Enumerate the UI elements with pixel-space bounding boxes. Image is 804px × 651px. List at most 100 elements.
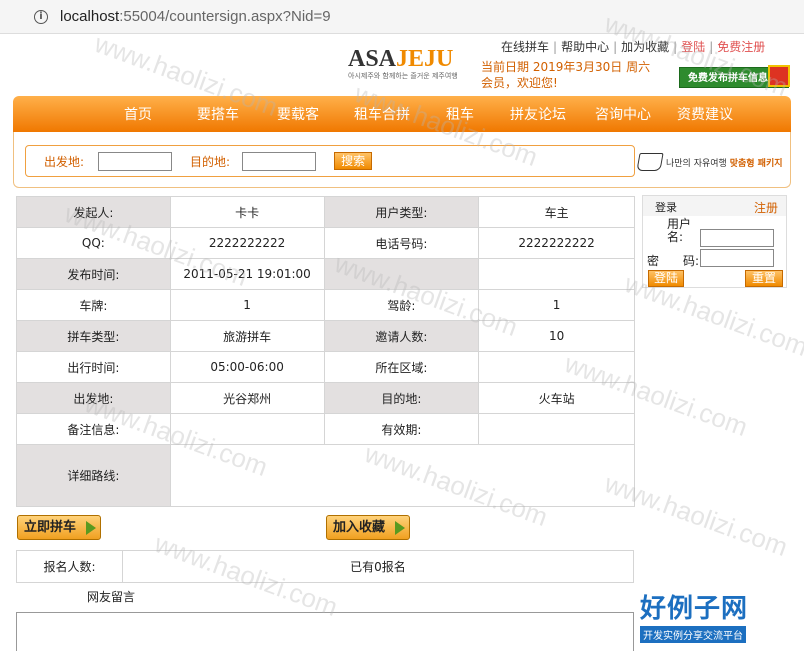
publish-carpool-button[interactable]: 免费发布拼车信息 — [679, 65, 790, 88]
table-row: 发起人: 卡卡 用户类型: 车主 — [16, 196, 635, 228]
field-label: 出行时间: — [16, 351, 171, 383]
search-bar: 出发地: 目的地: 搜索 — [25, 145, 635, 177]
welcome-text: 会员，欢迎您! — [481, 76, 558, 90]
username-input[interactable] — [700, 229, 774, 247]
field-label: 所在区域: — [323, 351, 480, 383]
join-carpool-button[interactable]: 立即拼车 — [17, 515, 101, 540]
brand-logo: 好例子网 开发实例分享交流平台 — [640, 588, 774, 643]
password-label-1: 密 — [647, 254, 660, 268]
field-value — [478, 258, 635, 290]
add-favorite-button[interactable]: 加入收藏 — [326, 515, 410, 540]
field-value — [478, 413, 635, 445]
nav-find-ride[interactable]: 要搭车 — [177, 104, 259, 124]
field-value — [169, 413, 325, 445]
publish-button-label: 免费发布拼车信息 — [688, 73, 768, 84]
nav-car-rental-share[interactable]: 租车合拼 — [337, 104, 427, 124]
table-row: 备注信息: 有效期: — [16, 413, 635, 445]
nav-car-rental[interactable]: 租车 — [427, 104, 493, 124]
field-label: 出发地: — [16, 382, 171, 414]
package-banner[interactable]: 나만의 자유여행 맞춤형 패키지 — [636, 150, 790, 174]
field-value: 光谷郑州 — [169, 382, 325, 414]
field-label: QQ: — [16, 227, 171, 259]
info-icon[interactable]: i — [34, 9, 48, 24]
field-label: 发布时间: — [16, 258, 171, 290]
field-label: 驾龄: — [323, 289, 480, 321]
field-label: 拼车类型: — [16, 320, 171, 352]
field-label: 电话号码: — [323, 227, 480, 259]
url-path: :55004/countersign.aspx?Nid=9 — [119, 8, 331, 25]
link-add-favorite[interactable]: 加为收藏 — [621, 40, 669, 54]
from-input[interactable] — [98, 151, 173, 171]
url-text[interactable]: localhost:55004/countersign.aspx?Nid=9 — [60, 8, 331, 25]
banner-text-1: 나만의 자유여행 — [666, 158, 727, 169]
nav-fee-suggestions[interactable]: 资费建议 — [663, 104, 747, 124]
field-label: 发起人: — [16, 196, 171, 228]
field-value: 2222222222 — [169, 227, 325, 259]
field-value: 火车站 — [478, 382, 635, 414]
field-value — [478, 351, 635, 383]
field-value: 05:00-06:00 — [169, 351, 325, 383]
browser-address-bar[interactable]: i localhost:55004/countersign.aspx?Nid=9 — [0, 0, 804, 34]
field-value: 旅游拼车 — [169, 320, 325, 352]
nav-consult-center[interactable]: 咨询中心 — [583, 104, 663, 124]
field-value: 1 — [169, 289, 325, 321]
book-icon — [636, 153, 664, 171]
arrow-right-icon — [86, 521, 96, 535]
nav-offer-ride[interactable]: 要载客 — [259, 104, 337, 124]
signup-count-label: 报名人数: — [16, 550, 123, 583]
message-textarea[interactable] — [16, 612, 634, 651]
route-label: 详细路线: — [16, 444, 171, 507]
main-nav: 首页 要搭车 要载客 租车合拼 租车 拼友论坛 咨询中心 资费建议 — [13, 96, 791, 132]
table-row: 发布时间: 2011-05-21 19:01:00 — [16, 258, 635, 290]
field-value: 卡卡 — [169, 196, 325, 228]
signup-table: 报名人数: 已有0报名 — [16, 550, 634, 583]
table-row: 车牌: 1 驾龄: 1 — [16, 289, 635, 321]
login-box: 登录 注册 用户名: 密 码: 登陆 重置 — [642, 195, 787, 288]
top-links: 在线拼车 | 帮助中心 | 加为收藏 | 登陆 | 免费注册 — [501, 40, 766, 54]
link-login[interactable]: 登陆 — [681, 40, 705, 54]
banner-text-2: 맞춤형 패키지 — [729, 158, 783, 169]
to-input[interactable] — [242, 151, 317, 171]
reset-button[interactable]: 重置 — [745, 270, 783, 287]
table-row: 出行时间: 05:00-06:00 所在区域: — [16, 351, 635, 383]
register-link[interactable]: 注册 — [754, 199, 778, 216]
search-button[interactable]: 搜索 — [334, 152, 373, 170]
site-logo[interactable]: ASAJEJU 아시제주와 함께하는 즐거운 제주여행 — [348, 46, 458, 86]
logo-text-asa: ASA — [348, 46, 397, 72]
link-online-carpool[interactable]: 在线拼车 — [501, 40, 549, 54]
link-help-center[interactable]: 帮助中心 — [561, 40, 609, 54]
table-row: QQ: 2222222222 电话号码: 2222222222 — [16, 227, 635, 259]
password-input[interactable] — [700, 249, 774, 267]
arrow-right-icon — [395, 521, 405, 535]
logo-text-jeju: JEJU — [396, 46, 454, 72]
field-label: 邀请人数: — [323, 320, 480, 352]
login-title: 登录 — [655, 201, 677, 214]
table-row: 拼车类型: 旅游拼车 邀请人数: 10 — [16, 320, 635, 352]
field-value: 车主 — [478, 196, 635, 228]
login-button[interactable]: 登陆 — [648, 270, 684, 287]
brand-main-text: 好例子网 — [640, 594, 749, 624]
from-label: 出发地: — [44, 154, 85, 169]
field-value: 2222222222 — [478, 227, 635, 259]
username-label: 用户名: — [667, 217, 692, 244]
link-register[interactable]: 免费注册 — [717, 40, 765, 54]
url-host: localhost — [60, 8, 120, 25]
signup-count-value: 已有0报名 — [122, 550, 634, 583]
join-label: 立即拼车 — [24, 520, 77, 535]
field-label: 有效期: — [323, 413, 480, 445]
logo-tagline: 아시제주와 함께하는 즐거운 제주여행 — [348, 72, 458, 80]
table-row: 出发地: 光谷郑州 目的地: 火车站 — [16, 382, 635, 414]
field-value: 10 — [478, 320, 635, 352]
table-row: 详细路线: — [16, 444, 636, 507]
field-value: 1 — [478, 289, 635, 321]
nav-forum[interactable]: 拼友论坛 — [493, 104, 583, 124]
current-date: 当前日期 2019年3月30日 周六 — [481, 60, 651, 74]
favorite-label: 加入收藏 — [333, 520, 386, 535]
password-label-2: 码: — [683, 254, 700, 268]
message-label: 网友留言 — [86, 590, 135, 604]
to-label: 目的地: — [190, 154, 231, 169]
brand-sub-text: 开发实例分享交流平台 — [640, 626, 746, 643]
field-label: 车牌: — [16, 289, 171, 321]
field-label: 备注信息: — [16, 413, 171, 445]
nav-home[interactable]: 首页 — [99, 104, 177, 124]
